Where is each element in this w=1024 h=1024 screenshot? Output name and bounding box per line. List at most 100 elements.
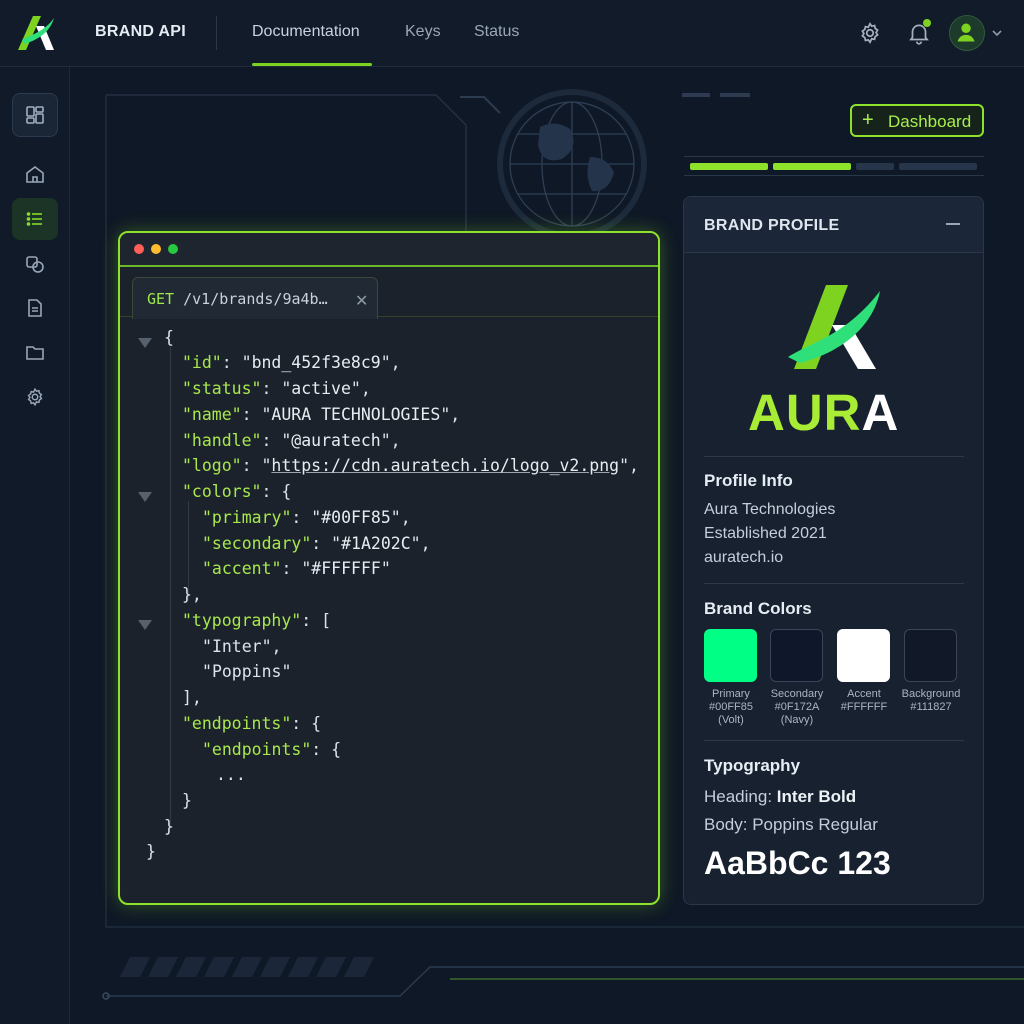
folder-icon [26,346,44,360]
code-line: "name": "AURA TECHNOLOGIES", [182,405,461,424]
gear-icon [27,387,43,407]
brand-profile-panel: BRAND PROFILE AURA Profile Info Aura Tec… [683,196,984,905]
request-tab-label: GET /v1/brands/9a4b… [147,290,328,308]
close-tab-icon[interactable]: ✕ [355,291,368,311]
heading-font-line: Heading: Inter Bold [704,787,856,807]
json-accent: #FFFFFF [311,559,381,578]
tab-status[interactable]: Status [474,23,519,41]
brand-profile-header: BRAND PROFILE [684,197,983,253]
json-typography-1: Poppins [211,662,282,681]
segmented-progress [684,156,984,176]
home-icon [26,166,44,183]
brand-colors-title: Brand Colors [704,599,812,618]
swatch-secondary-label: Secondary #0F172A (Navy) [770,688,824,726]
code-line: } [146,842,156,861]
chevron-down-icon[interactable] [990,26,1004,40]
swatch-accent[interactable] [837,629,890,682]
grid-icon [26,106,44,124]
code-line: } [164,817,174,836]
indent-guide [170,347,171,825]
minimize-window-dot[interactable] [151,244,161,254]
document-icon [28,299,42,317]
heading-font-value: Inter Bold [776,787,857,806]
json-name: AURA TECHNOLOGIES [271,405,441,424]
swatch-secondary[interactable] [770,629,823,682]
progress-segment [773,163,851,170]
body-font-line: Body: Poppins Regular [704,815,878,835]
globe-icon [497,89,647,239]
sidebar-item-dashboard[interactable] [12,93,58,137]
website-link[interactable]: auratech.io [704,549,783,567]
topbar-divider [216,16,217,50]
sidebar [0,67,70,1024]
tab-keys[interactable]: Keys [405,23,441,41]
code-line: "typography": [ [182,611,332,630]
sidebar-item-settings[interactable] [12,376,58,418]
json-primary: #00FF85 [321,508,391,527]
sidebar-item-list[interactable] [12,198,58,240]
fold-toggle-icon[interactable] [138,620,152,630]
divider [704,740,964,741]
notification-dot [923,19,931,27]
dashboard-button-label: Dashboard [888,112,972,131]
json-typography-0: Inter [211,637,262,656]
maximize-window-dot[interactable] [168,244,178,254]
user-icon [957,23,975,42]
tab-documentation[interactable]: Documentation [252,23,360,41]
json-handle: @auratech [291,431,381,450]
active-tab-indicator [252,63,372,66]
body-font-value: Poppins Regular [752,815,878,834]
code-line: "endpoints": { [182,714,322,733]
swatch-primary[interactable] [704,629,757,682]
request-tab[interactable]: GET /v1/brands/9a4b… ✕ [132,277,378,319]
aura-logo-icon[interactable] [14,12,58,52]
json-secondary: #1A202C [341,534,411,553]
gear-icon[interactable] [857,20,883,46]
progress-segment [690,163,768,170]
code-line: "id": "bnd_452f3e8c9", [182,353,401,372]
close-window-dot[interactable] [134,244,144,254]
body-font-label: Body: [704,815,748,834]
profile-info-title: Profile Info [704,471,793,490]
code-line: "endpoints": { [202,740,342,759]
code-line: "Inter", [202,637,282,656]
collapse-icon[interactable] [946,223,960,225]
code-line: "secondary": "#1A202C", [202,534,431,553]
typography-title: Typography [704,756,801,775]
request-path: /v1/brands/9a4b… [183,290,328,308]
add-dashboard-button[interactable]: + Dashboard [850,104,984,137]
code-line: "status": "active", [182,379,371,398]
list-icon [26,212,42,226]
json-status: active [291,379,351,398]
divider [704,456,964,457]
progress-segment [899,163,977,170]
sidebar-item-home[interactable] [12,153,58,195]
panel-title: BRAND PROFILE [704,217,840,234]
window-titlebar [120,233,658,267]
request-tab-strip: GET /v1/brands/9a4b… ✕ [120,267,658,319]
brand-title: BRAND API [95,23,186,40]
http-method: GET [147,290,175,308]
code-line: "Poppins" [202,662,292,681]
sidebar-item-palette[interactable] [12,243,58,285]
swatch-accent-label: Accent #FFFFFF [840,688,888,713]
fold-toggle-icon[interactable] [138,338,152,348]
palette-icon [26,256,44,273]
json-logo-link[interactable]: https://cdn.auratech.io/logo_v2.png [271,456,619,475]
user-avatar[interactable] [949,15,985,51]
code-line: ... [216,765,246,784]
sidebar-item-folder[interactable] [12,331,58,373]
code-line: { [164,328,174,347]
top-bar: BRAND API Documentation Keys Status [0,0,1024,67]
code-line: }, [182,585,202,604]
swatch-primary-label: Primary #00FF85 (Volt) [708,688,754,726]
company-name: Aura Technologies [704,501,836,518]
aura-wordmark: AURA [748,383,899,442]
fold-toggle-icon[interactable] [138,492,152,502]
sidebar-item-document[interactable] [12,287,58,329]
established-year: Established 2021 [704,525,827,542]
plus-icon: + [862,109,874,131]
swatch-background[interactable] [904,629,957,682]
divider [704,583,964,584]
api-response-window: GET /v1/brands/9a4b… ✕ { "id": "bnd_452f… [118,231,660,905]
